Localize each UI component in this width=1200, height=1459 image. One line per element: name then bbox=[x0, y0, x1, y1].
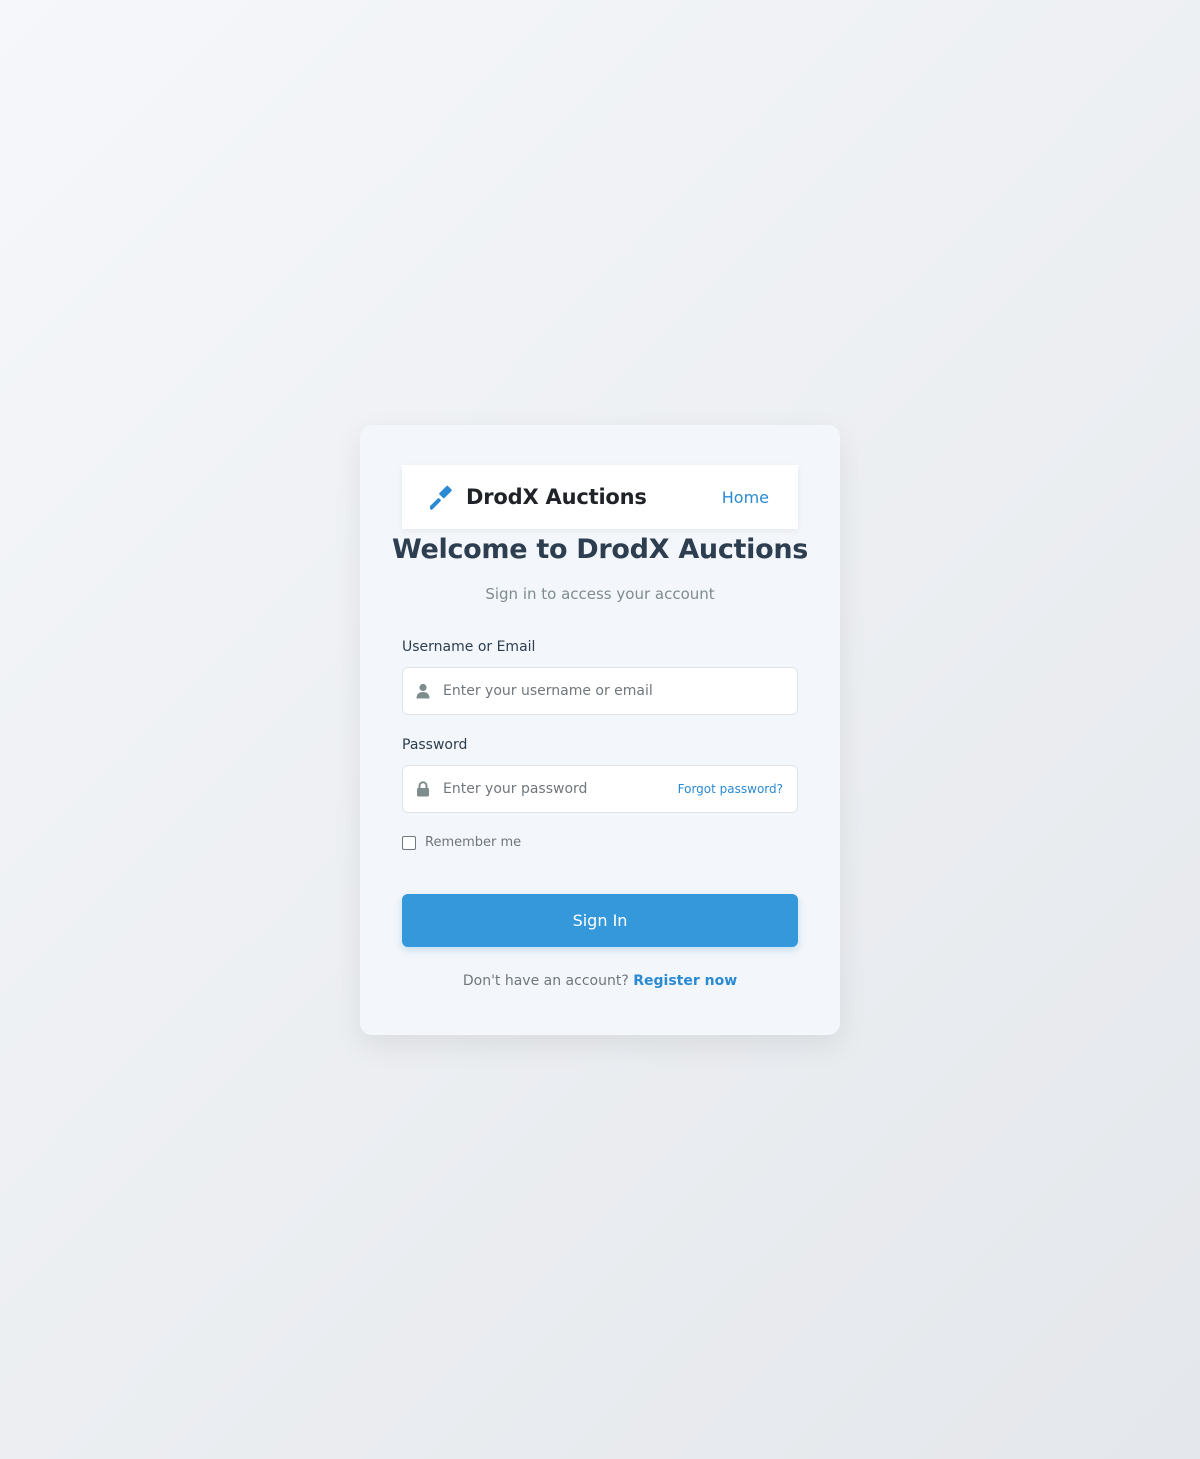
sign-in-button[interactable]: Sign In bbox=[402, 894, 798, 947]
register-prompt: Don't have an account? Register now bbox=[360, 973, 840, 989]
password-label: Password bbox=[402, 737, 468, 753]
password-field: Forgot password? bbox=[402, 765, 798, 813]
register-prompt-text: Don't have an account? bbox=[462, 973, 629, 989]
navbar: DrodX Auctions Home bbox=[402, 465, 798, 529]
nav-home-link[interactable]: Home bbox=[722, 488, 769, 507]
page-title: Welcome to DrodX Auctions bbox=[391, 534, 809, 565]
brand-name: DrodX Auctions bbox=[466, 485, 647, 509]
gavel-icon bbox=[430, 484, 456, 510]
username-label: Username or Email bbox=[402, 639, 536, 655]
forgot-password-link[interactable]: Forgot password? bbox=[678, 782, 783, 796]
remember-me-label[interactable]: Remember me bbox=[425, 835, 521, 850]
username-field bbox=[402, 667, 798, 715]
login-card: DrodX Auctions Home Welcome to DrodX Auc… bbox=[360, 425, 840, 1035]
remember-me-checkbox[interactable] bbox=[402, 835, 416, 850]
brand[interactable]: DrodX Auctions bbox=[430, 484, 647, 510]
username-input[interactable] bbox=[443, 668, 797, 714]
user-icon bbox=[403, 683, 443, 699]
password-input[interactable] bbox=[443, 766, 678, 812]
page-subtitle: Sign in to access your account bbox=[485, 585, 715, 603]
register-link[interactable]: Register now bbox=[633, 973, 737, 989]
remember-me: Remember me bbox=[402, 835, 521, 850]
lock-icon bbox=[403, 781, 443, 797]
